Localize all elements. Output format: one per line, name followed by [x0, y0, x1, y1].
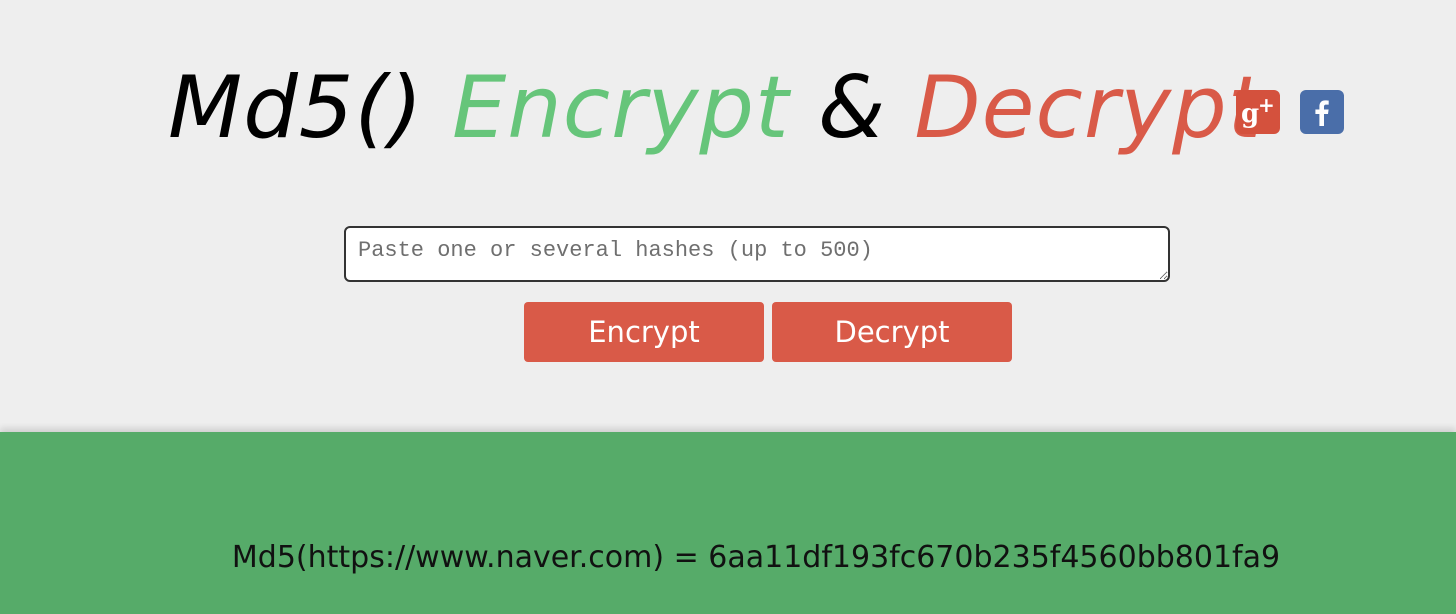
encrypt-button[interactable]: Encrypt: [524, 302, 764, 362]
title-decrypt: Decrypt: [914, 58, 1263, 158]
title-md5: Md5(): [168, 58, 424, 158]
page-title: Md5() Encrypt & Decrypt: [168, 58, 1262, 178]
decrypt-button[interactable]: Decrypt: [772, 302, 1012, 362]
svg-text:+: +: [1258, 93, 1275, 117]
title-encrypt: Encrypt: [451, 58, 790, 158]
svg-text:g: g: [1241, 99, 1259, 129]
header-area: Md5() Encrypt & Decrypt g + Encrypt Decr…: [0, 0, 1456, 432]
google-plus-icon[interactable]: g +: [1236, 90, 1280, 134]
title-ampersand: &: [818, 58, 887, 158]
result-band: Md5(https://www.naver.com) = 6aa11df193f…: [0, 432, 1456, 614]
facebook-icon[interactable]: [1300, 90, 1344, 134]
hash-input[interactable]: [344, 226, 1170, 282]
result-text: Md5(https://www.naver.com) = 6aa11df193f…: [231, 540, 1281, 575]
facebook-glyph: [1315, 100, 1329, 126]
google-plus-glyph: g +: [1241, 93, 1275, 129]
